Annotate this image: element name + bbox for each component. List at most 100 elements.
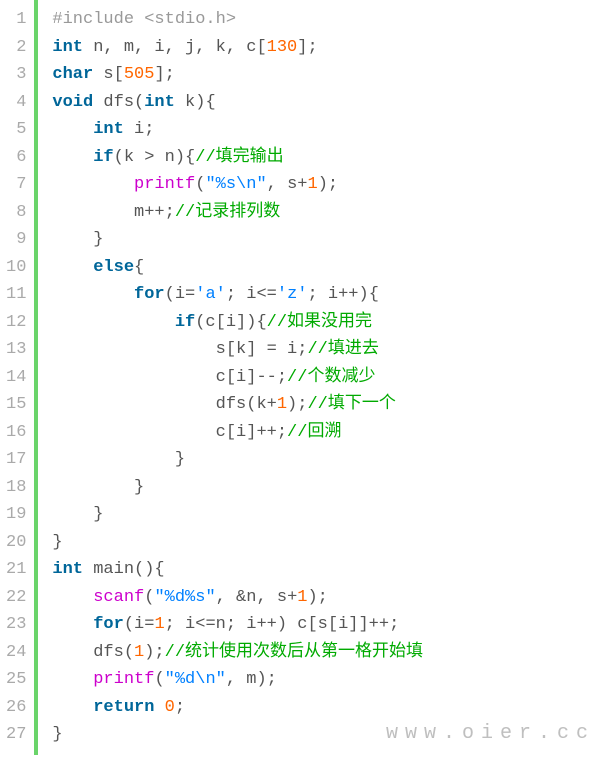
code-line: dfs(1);//统计使用次数后从第一格开始填 bbox=[52, 639, 423, 667]
line-number: 24 bbox=[6, 639, 26, 667]
line-number: 16 bbox=[6, 419, 26, 447]
token-pl: ]; bbox=[297, 38, 317, 57]
line-number: 13 bbox=[6, 336, 26, 364]
token-pl: } bbox=[52, 450, 185, 469]
token-pl: dfs(k+ bbox=[52, 395, 276, 414]
line-number: 9 bbox=[6, 226, 26, 254]
token-pl: ; i<= bbox=[226, 285, 277, 304]
token-pl bbox=[52, 258, 93, 277]
token-kw: char bbox=[52, 65, 93, 84]
code-line: dfs(k+1);//填下一个 bbox=[52, 391, 423, 419]
token-pl: dfs( bbox=[93, 93, 144, 112]
token-kw: else bbox=[93, 258, 134, 277]
line-number: 15 bbox=[6, 391, 26, 419]
token-num: 0 bbox=[165, 698, 175, 717]
code-block: 1234567891011121314151617181920212223242… bbox=[0, 0, 611, 755]
line-number: 5 bbox=[6, 116, 26, 144]
line-number: 27 bbox=[6, 721, 26, 749]
line-number: 23 bbox=[6, 611, 26, 639]
line-number: 11 bbox=[6, 281, 26, 309]
code-line: else{ bbox=[52, 254, 423, 282]
token-pl: (i= bbox=[124, 615, 155, 634]
code-line: #include <stdio.h> bbox=[52, 6, 423, 34]
token-pl bbox=[52, 148, 93, 167]
token-pl: } bbox=[52, 533, 62, 552]
token-pp: #include <stdio.h> bbox=[52, 10, 236, 29]
token-pl bbox=[52, 120, 93, 139]
token-kw: int bbox=[52, 38, 83, 57]
token-pl bbox=[52, 175, 134, 194]
token-cmt: //填下一个 bbox=[307, 395, 395, 414]
line-number: 2 bbox=[6, 34, 26, 62]
code-line: c[i]--;//个数减少 bbox=[52, 364, 423, 392]
line-number: 1 bbox=[6, 6, 26, 34]
token-num: 1 bbox=[307, 175, 317, 194]
line-number: 21 bbox=[6, 556, 26, 584]
token-num: 1 bbox=[277, 395, 287, 414]
code-line: } bbox=[52, 474, 423, 502]
token-pl: (k > n){ bbox=[114, 148, 196, 167]
token-pl bbox=[52, 698, 93, 717]
token-pl: ( bbox=[144, 588, 154, 607]
code-line: int main(){ bbox=[52, 556, 423, 584]
token-kw: if bbox=[175, 313, 195, 332]
line-number-gutter: 1234567891011121314151617181920212223242… bbox=[0, 0, 34, 755]
token-chr: 'z' bbox=[277, 285, 308, 304]
token-num: 505 bbox=[124, 65, 155, 84]
code-line: } bbox=[52, 721, 423, 749]
token-pl bbox=[52, 588, 93, 607]
line-number: 26 bbox=[6, 694, 26, 722]
token-pl bbox=[52, 615, 93, 634]
code-line: } bbox=[52, 226, 423, 254]
token-pl bbox=[52, 285, 134, 304]
token-cmt: //统计使用次数后从第一格开始填 bbox=[165, 643, 423, 662]
token-pl: ); bbox=[318, 175, 338, 194]
token-pl: , m); bbox=[226, 670, 277, 689]
code-line: } bbox=[52, 501, 423, 529]
line-number: 7 bbox=[6, 171, 26, 199]
line-number: 19 bbox=[6, 501, 26, 529]
token-pl bbox=[52, 313, 174, 332]
token-pl: (i= bbox=[165, 285, 196, 304]
token-pl: c[i]++; bbox=[52, 423, 287, 442]
line-number: 17 bbox=[6, 446, 26, 474]
line-number: 3 bbox=[6, 61, 26, 89]
code-line: int n, m, i, j, k, c[130]; bbox=[52, 34, 423, 62]
token-str: "%d\n" bbox=[165, 670, 226, 689]
code-line: return 0; bbox=[52, 694, 423, 722]
token-str: "%s\n" bbox=[205, 175, 266, 194]
token-pl: ); bbox=[144, 643, 164, 662]
token-pl: , &n, s+ bbox=[216, 588, 298, 607]
token-kw: int bbox=[144, 93, 175, 112]
code-line: if(c[i]){//如果没用完 bbox=[52, 309, 423, 337]
token-pl: ; bbox=[175, 698, 185, 717]
code-column: #include <stdio.h> int n, m, i, j, k, c[1… bbox=[34, 0, 423, 755]
code-line: m++;//记录排列数 bbox=[52, 199, 423, 227]
line-number: 4 bbox=[6, 89, 26, 117]
token-pl: k){ bbox=[175, 93, 216, 112]
token-cmt: //填进去 bbox=[307, 340, 378, 359]
code-line: printf("%d\n", m); bbox=[52, 666, 423, 694]
token-pl: (c[i]){ bbox=[195, 313, 266, 332]
token-pl: ( bbox=[195, 175, 205, 194]
token-cmt: //回溯 bbox=[287, 423, 341, 442]
token-num: 130 bbox=[267, 38, 298, 57]
token-pl: m++; bbox=[52, 203, 174, 222]
line-number: 6 bbox=[6, 144, 26, 172]
line-number: 14 bbox=[6, 364, 26, 392]
line-number: 25 bbox=[6, 666, 26, 694]
token-kw: if bbox=[93, 148, 113, 167]
token-pl: i; bbox=[124, 120, 155, 139]
code-line: if(k > n){//填完输出 bbox=[52, 144, 423, 172]
token-pl: ]; bbox=[154, 65, 174, 84]
code-line: for(i=1; i<=n; i++) c[s[i]]++; bbox=[52, 611, 423, 639]
token-kw: return bbox=[93, 698, 154, 717]
code-line: } bbox=[52, 529, 423, 557]
token-pl: ); bbox=[287, 395, 307, 414]
token-pl: } bbox=[52, 505, 103, 524]
code-line: for(i='a'; i<='z'; i++){ bbox=[52, 281, 423, 309]
code-line: void dfs(int k){ bbox=[52, 89, 423, 117]
token-kw: void bbox=[52, 93, 93, 112]
token-pl: s[k] = i; bbox=[52, 340, 307, 359]
line-number: 22 bbox=[6, 584, 26, 612]
